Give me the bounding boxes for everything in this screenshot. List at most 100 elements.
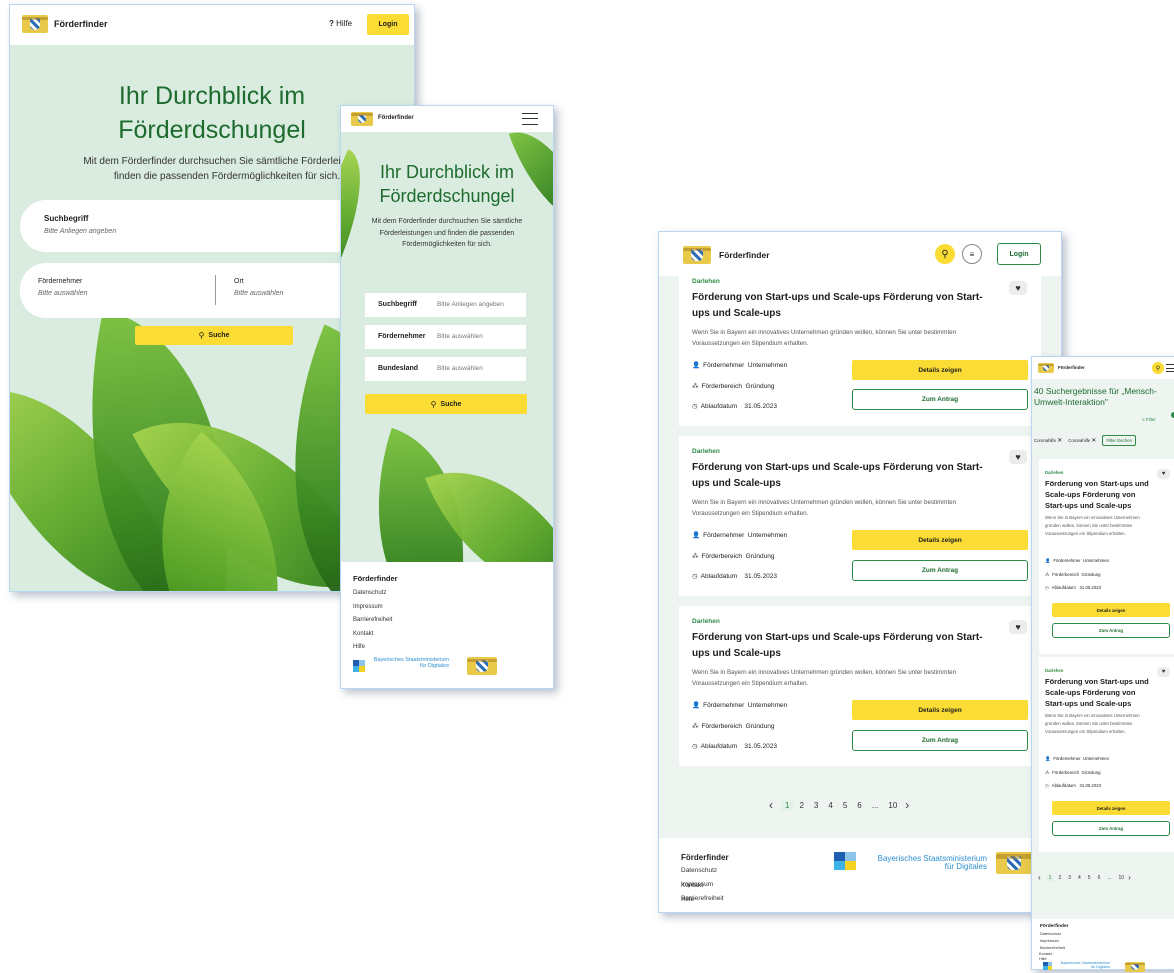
brand-name[interactable]: Förderfinder (378, 115, 414, 121)
search-button-round[interactable]: ⚲ (1152, 362, 1164, 374)
brand-name[interactable]: Förderfinder (1058, 365, 1085, 370)
footer-link-barrierefreiheit[interactable]: Barrierefreiheit (1040, 945, 1069, 952)
footer-link-kontakt[interactable]: Kontakt (681, 879, 703, 893)
page-4[interactable]: 4 (1078, 875, 1081, 881)
recipient-placeholder: Bitte auswählen (38, 290, 88, 297)
card-title[interactable]: Förderung von Start-ups und Scale-ups Fö… (692, 460, 992, 492)
ministry-mosaic-icon (834, 852, 856, 870)
footer-links-extra: Kontakt Hilfe (681, 879, 703, 907)
card-title[interactable]: Förderung von Start-ups und Scale-ups Fö… (692, 290, 992, 322)
person-icon: 👤 (1045, 558, 1051, 563)
filter-chip[interactable]: Coronahilfe ✕ (1068, 437, 1096, 444)
favorite-button[interactable]: ♥ (1157, 667, 1170, 677)
close-icon[interactable]: ✕ (1057, 438, 1062, 444)
apply-button[interactable]: Zum Antrag (1052, 623, 1170, 638)
help-link[interactable]: ? Hilfe (329, 19, 352, 28)
page-10[interactable]: 10 (1119, 875, 1125, 881)
apply-button[interactable]: Zum Antrag (852, 560, 1028, 581)
clock-icon: ◷ (1045, 783, 1049, 788)
page-5[interactable]: 5 (1088, 875, 1091, 881)
login-button[interactable]: Login (367, 14, 409, 35)
page-1[interactable]: 1 (1045, 873, 1055, 882)
footer-link-datenschutz[interactable]: Datenschutz (353, 587, 553, 601)
page-6[interactable]: 6 (857, 801, 861, 810)
card-title[interactable]: Förderung von Start-ups und Scale-ups Fö… (1045, 478, 1157, 510)
recipient-value: Unternehmen (1082, 558, 1110, 563)
footer-link-datenschutz[interactable]: Datenschutz (681, 867, 717, 874)
details-button[interactable]: Details zeigen (1052, 801, 1170, 815)
footer-link-datenschutz[interactable]: Datenschutz (1040, 931, 1069, 938)
area-value: Gründung (745, 723, 775, 730)
area-label: Förderbereich (701, 553, 742, 560)
page-10[interactable]: 10 (888, 801, 897, 810)
page-6[interactable]: 6 (1098, 875, 1101, 881)
recipient-label: Fördernehmer (703, 532, 745, 539)
pagination: ‹ 1 2 3 4 5 6 ... 10 › (1038, 873, 1131, 882)
heart-icon: ♥ (1015, 283, 1021, 293)
filter-button-round[interactable]: ≡ (962, 244, 982, 264)
footer-title: Förderfinder (681, 853, 729, 862)
filter-button[interactable]: ≡ Filter (1142, 417, 1156, 422)
state-field[interactable]: Bundesland Bitte auswählen (365, 357, 526, 381)
card-area: ⁂ Förderbereich Gründung (692, 552, 775, 560)
apply-button[interactable]: Zum Antrag (852, 389, 1028, 410)
page-1[interactable]: 1 (781, 799, 794, 811)
page-4[interactable]: 4 (828, 801, 832, 810)
apply-button[interactable]: Zum Antrag (852, 730, 1028, 751)
search-button[interactable]: ⚲ Suche (135, 326, 293, 345)
heart-icon: ♥ (1015, 452, 1021, 462)
menu-icon[interactable] (522, 113, 538, 125)
search-term-field[interactable]: Suchbegriff Bitte Anliegen angeben (365, 293, 526, 317)
hero-section: Ihr Durchblick im Förderdschungel Mit de… (341, 132, 553, 562)
favorite-button[interactable]: ♥ (1009, 620, 1027, 634)
hero-title-line2: Förderdschungel (379, 186, 515, 206)
clear-filters-button[interactable]: Filter löschen (1102, 435, 1136, 446)
search-button-label: Suche (440, 400, 462, 408)
card-description: Wenn Sie in Bayern ein innovatives Unter… (692, 499, 957, 517)
ministry-name: Bayerisches Staatsministerium für Digita… (1055, 961, 1110, 970)
filter-chip[interactable]: Coronahilfe ✕ (1034, 437, 1062, 444)
footer-link-hilfe[interactable]: Hilfe (353, 641, 553, 655)
brand-name[interactable]: Förderfinder (719, 250, 770, 260)
field-divider (215, 275, 216, 305)
footer-link-impressum[interactable]: Impressum (1040, 938, 1069, 945)
apply-button[interactable]: Zum Antrag (1052, 821, 1170, 836)
card-title[interactable]: Förderung von Start-ups und Scale-ups Fö… (692, 630, 992, 662)
page-3[interactable]: 3 (814, 801, 818, 810)
favorite-button[interactable]: ♥ (1009, 281, 1027, 295)
next-page-icon[interactable]: › (1128, 873, 1131, 882)
close-icon[interactable]: ✕ (1091, 438, 1096, 444)
footer: Förderfinder Datenschutz Impressum Barri… (1040, 923, 1069, 952)
details-button[interactable]: Details zeigen (852, 530, 1028, 550)
details-button[interactable]: Details zeigen (852, 360, 1028, 380)
brand-name[interactable]: Förderfinder (54, 19, 108, 29)
login-button[interactable]: Login (997, 243, 1041, 265)
next-page-icon[interactable]: › (905, 798, 909, 812)
hero-title: Ihr Durchblick im Förderdschungel (341, 160, 553, 208)
prev-page-icon[interactable]: ‹ (1038, 873, 1041, 882)
page-2[interactable]: 2 (799, 801, 803, 810)
details-button[interactable]: Details zeigen (852, 700, 1028, 720)
area-value: Gründung (1081, 572, 1101, 577)
card-recipient: 👤 Fördernehmer Unternehmen (692, 531, 787, 539)
footer-link-hilfe[interactable]: Hilfe (681, 893, 703, 907)
footer-link-barrierefreiheit[interactable]: Barrierefreiheit (353, 614, 553, 628)
search-button-round[interactable]: ⚲ (935, 244, 955, 264)
page-3[interactable]: 3 (1068, 875, 1071, 881)
card-recipient: 👤 Fördernehmer Unternehmen (1045, 558, 1109, 564)
area-value: Gründung (745, 383, 775, 390)
card-title[interactable]: Förderung von Start-ups und Scale-ups Fö… (1045, 676, 1157, 708)
search-button[interactable]: ⚲ Suche (365, 394, 527, 414)
page-5[interactable]: 5 (843, 801, 847, 810)
footer-link-impressum[interactable]: Impressum (353, 601, 553, 615)
details-button[interactable]: Details zeigen (1052, 603, 1170, 617)
card-description: Wenn Sie in Bayern ein innovatives Unter… (1045, 515, 1140, 537)
menu-icon[interactable] (1166, 364, 1174, 372)
recipient-field[interactable]: Fördernehmer Bitte auswählen (365, 325, 526, 349)
area-label: Förderbereich (701, 383, 742, 390)
footer-link-kontakt[interactable]: Kontakt (353, 628, 553, 642)
prev-page-icon[interactable]: ‹ (769, 798, 773, 812)
page-2[interactable]: 2 (1058, 875, 1061, 881)
favorite-button[interactable]: ♥ (1157, 469, 1170, 479)
favorite-button[interactable]: ♥ (1009, 450, 1027, 464)
